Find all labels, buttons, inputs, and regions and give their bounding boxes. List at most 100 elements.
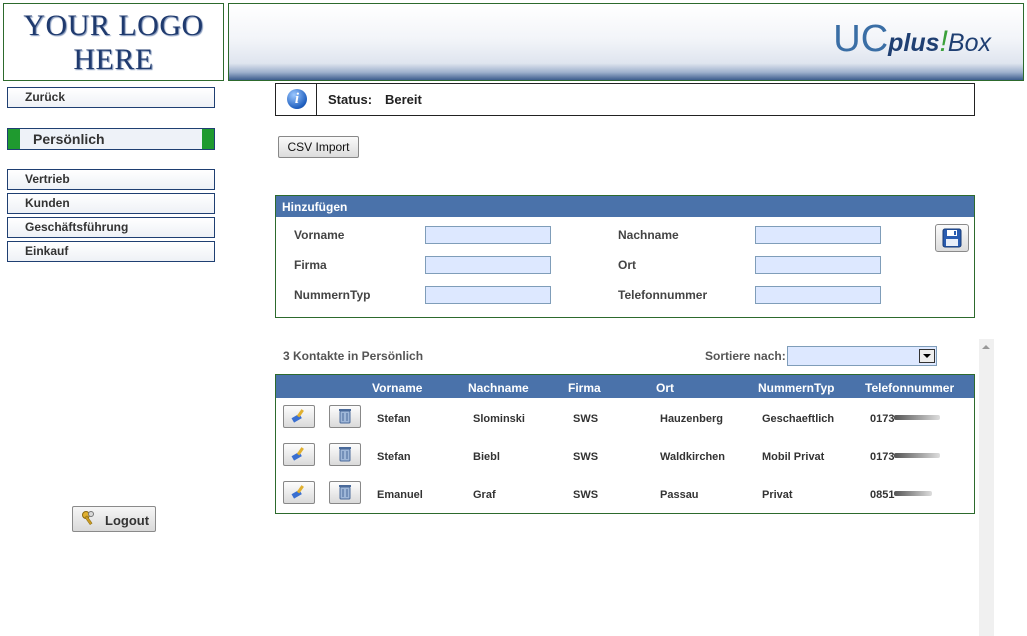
edit-brush-icon <box>291 485 304 499</box>
cell-firma: SWS <box>573 413 599 425</box>
brand-uc: UC <box>833 18 889 60</box>
edit-button[interactable] <box>283 405 315 428</box>
cell-vorname: Stefan <box>377 413 411 425</box>
nav-back-button[interactable]: Zurück <box>7 87 215 108</box>
vertical-scrollbar[interactable] <box>979 339 994 636</box>
cell-nachname: Biebl <box>473 451 500 463</box>
nav-back-label: Zurück <box>25 90 66 104</box>
nav-item-label: Kunden <box>25 196 70 210</box>
chevron-down-icon[interactable] <box>919 349 935 363</box>
status-icon-cell: i <box>276 84 317 115</box>
nachname-input[interactable] <box>755 226 881 244</box>
active-indicator-left <box>8 129 20 149</box>
active-indicator-right <box>202 129 214 149</box>
nummerntyp-input[interactable] <box>425 286 551 304</box>
cell-firma: SWS <box>573 489 599 501</box>
nachname-label: Nachname <box>618 228 679 242</box>
cell-ort: Hauzenberg <box>660 413 723 425</box>
brand-box: Box <box>947 29 991 57</box>
cell-nummerntyp: Geschaeftlich <box>762 413 835 425</box>
sort-select[interactable] <box>787 346 937 366</box>
edit-brush-icon <box>291 447 304 461</box>
nav-item-label: Einkauf <box>25 244 69 258</box>
logo-line-2: HERE <box>73 43 154 76</box>
trash-icon <box>339 409 351 424</box>
nav-item-label: Vertrieb <box>25 172 70 186</box>
firma-input[interactable] <box>425 256 551 274</box>
col-telefonnummer[interactable]: Telefonnummer <box>865 381 954 395</box>
delete-button[interactable] <box>329 481 361 504</box>
status-value: Bereit <box>385 92 422 107</box>
keys-icon <box>82 511 94 526</box>
floppy-disk-icon <box>942 228 962 248</box>
cell-telefonnummer: 0173 <box>870 413 895 425</box>
redacted-number <box>894 415 940 420</box>
header-banner: UCplus!Box <box>228 3 1024 81</box>
brand-logo: UCplus!Box <box>833 18 991 64</box>
vorname-label: Vorname <box>294 228 345 242</box>
table-row: Emanuel Graf SWS Passau Privat 0851 <box>276 475 974 513</box>
edit-button[interactable] <box>283 443 315 466</box>
trash-icon <box>339 447 351 462</box>
ort-input[interactable] <box>755 256 881 274</box>
telefonnummer-label: Telefonnummer <box>618 288 708 302</box>
delete-button[interactable] <box>329 405 361 428</box>
cell-telefonnummer: 0173 <box>870 451 895 463</box>
edit-button[interactable] <box>283 481 315 504</box>
cell-firma: SWS <box>573 451 599 463</box>
cell-telefonnummer: 0851 <box>870 489 895 501</box>
delete-button[interactable] <box>329 443 361 466</box>
table-header: Vorname Nachname Firma Ort NummernTyp Te… <box>276 375 974 398</box>
info-icon: i <box>287 89 307 109</box>
vorname-input[interactable] <box>425 226 551 244</box>
contacts-table: Vorname Nachname Firma Ort NummernTyp Te… <box>275 374 975 514</box>
nav-active-label: Persönlich <box>33 131 105 147</box>
edit-brush-icon <box>291 409 304 423</box>
nummerntyp-label: NummernTyp <box>294 288 371 302</box>
col-nachname[interactable]: Nachname <box>468 381 529 395</box>
nav-item-einkauf[interactable]: Einkauf <box>7 241 215 262</box>
sort-label: Sortiere nach: <box>705 349 786 363</box>
brand-excl: ! <box>939 25 948 58</box>
nav-item-label: Geschäftsführung <box>25 220 129 234</box>
cell-nummerntyp: Mobil Privat <box>762 451 825 463</box>
status-label: Status: <box>328 92 373 107</box>
nav-item-vertrieb[interactable]: Vertrieb <box>7 169 215 190</box>
status-bar: i Status: Bereit <box>275 83 975 116</box>
cell-vorname: Stefan <box>377 451 411 463</box>
table-row: Stefan Slominski SWS Hauzenberg Geschaef… <box>276 399 974 437</box>
col-ort[interactable]: Ort <box>656 381 674 395</box>
logo-text: YOUR LOGO HERE <box>4 9 223 77</box>
logo-line-1: YOUR LOGO <box>23 9 204 42</box>
nav-item-persoenlich-active[interactable]: Persönlich <box>7 128 215 150</box>
cell-ort: Passau <box>660 489 699 501</box>
nav-item-geschaeftsfuehrung[interactable]: Geschäftsführung <box>7 217 215 238</box>
contacts-count: 3 Kontakte in Persönlich <box>283 349 424 363</box>
firma-label: Firma <box>294 258 327 272</box>
ort-label: Ort <box>618 258 636 272</box>
cell-nummerntyp: Privat <box>762 489 793 501</box>
add-panel-header: Hinzufügen <box>276 196 974 217</box>
telefonnummer-input[interactable] <box>755 286 881 304</box>
col-firma[interactable]: Firma <box>568 381 601 395</box>
table-row: Stefan Biebl SWS Waldkirchen Mobil Priva… <box>276 437 974 475</box>
scroll-up-arrow-icon[interactable] <box>982 345 990 349</box>
cell-vorname: Emanuel <box>377 489 423 501</box>
cell-nachname: Slominski <box>473 413 525 425</box>
save-button[interactable] <box>935 224 969 252</box>
add-panel-title: Hinzufügen <box>282 200 348 214</box>
csv-import-button[interactable]: CSV Import <box>278 136 359 158</box>
logo: YOUR LOGO HERE <box>3 3 224 81</box>
cell-nachname: Graf <box>473 489 496 501</box>
add-contact-panel: Hinzufügen Vorname Nachname Firma Ort Nu… <box>275 195 975 318</box>
col-nummerntyp[interactable]: NummernTyp <box>758 381 834 395</box>
col-vorname[interactable]: Vorname <box>372 381 422 395</box>
redacted-number <box>894 453 940 458</box>
logout-label: Logout <box>105 513 150 528</box>
trash-icon <box>339 485 351 500</box>
cell-ort: Waldkirchen <box>660 451 725 463</box>
logout-button[interactable]: Logout <box>72 506 156 532</box>
brand-plus: plus <box>888 29 940 57</box>
redacted-number <box>894 491 932 496</box>
nav-item-kunden[interactable]: Kunden <box>7 193 215 214</box>
